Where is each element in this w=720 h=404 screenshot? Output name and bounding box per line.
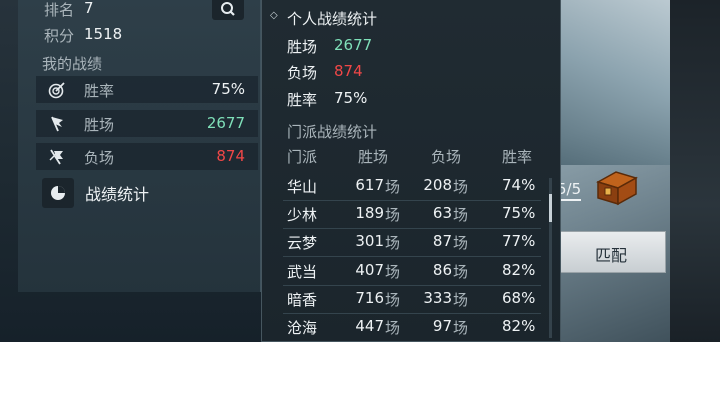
wins-value: 2677 [206, 114, 245, 132]
sect-name: 暗香 [287, 291, 318, 309]
unit-label: 场 [453, 206, 469, 224]
row-divider [283, 228, 541, 229]
scrollbar[interactable] [549, 178, 552, 338]
unit-label: 场 [453, 178, 469, 196]
points-label: 积分 [44, 27, 75, 45]
search-icon [221, 2, 235, 16]
stats-button[interactable] [42, 178, 74, 208]
sect-losses: 97 [432, 317, 452, 335]
header-rate: 胜率 [502, 148, 533, 166]
losses-value: 874 [216, 147, 245, 165]
my-record-heading: 我的战绩 [42, 55, 103, 73]
sect-name: 云梦 [287, 234, 318, 252]
sect-rate: 75% [502, 204, 536, 222]
stats-popup: ◇ 个人战绩统计 胜场 2677 负场 874 胜率 75% 门派战绩统计 门派… [261, 0, 561, 342]
pie-chart-icon [51, 186, 65, 200]
sect-rate: 68% [502, 289, 536, 307]
unit-label: 场 [453, 234, 469, 252]
row-divider [283, 200, 541, 201]
row-divider [283, 285, 541, 286]
personal-wins-label: 胜场 [287, 38, 318, 56]
personal-stats-title: 个人战绩统计 [287, 10, 378, 28]
sect-stats-title: 门派战绩统计 [287, 123, 378, 141]
sect-wins: 301 [355, 232, 384, 250]
match-button-label: 匹配 [595, 246, 628, 265]
win-rate-label: 胜率 [84, 82, 115, 100]
row-divider [283, 313, 541, 314]
header-wins: 胜场 [358, 148, 389, 166]
personal-losses-label: 负场 [287, 64, 318, 82]
losses-label: 负场 [84, 149, 115, 167]
scene-art [560, 0, 670, 165]
win-rate-value: 75% [211, 80, 245, 98]
sect-rate: 82% [502, 261, 536, 279]
header-sect: 门派 [287, 148, 318, 166]
scrollbar-thumb[interactable] [549, 194, 552, 222]
personal-rate-label: 胜率 [287, 91, 318, 109]
sect-losses: 333 [423, 289, 452, 307]
sect-name: 沧海 [287, 319, 318, 337]
search-button[interactable] [212, 0, 244, 20]
points-value: 1518 [84, 25, 123, 43]
sect-losses: 87 [432, 232, 452, 250]
diamond-bullet-icon: ◇ [270, 10, 278, 21]
sect-name: 武当 [287, 263, 318, 281]
personal-losses-value: 874 [334, 62, 363, 80]
rank-value: 7 [84, 0, 94, 17]
win-rate-row: 胜率 75% [36, 76, 258, 103]
flag-icon [51, 116, 63, 132]
broken-flag-icon [49, 149, 63, 165]
row-divider [283, 256, 541, 257]
rank-label: 排名 [44, 1, 75, 19]
sect-rate: 77% [502, 232, 536, 250]
wins-label: 胜场 [84, 116, 115, 134]
wins-row: 胜场 2677 [36, 110, 258, 137]
sect-name: 少林 [287, 206, 318, 224]
unit-label: 场 [453, 291, 469, 309]
personal-wins-value: 2677 [334, 36, 373, 54]
game-screen: 排名 7 积分 1518 我的战绩 胜率 75% 胜场 2677 负场 874 … [0, 0, 720, 342]
target-icon [48, 82, 65, 99]
sect-wins: 407 [355, 261, 384, 279]
sect-wins: 189 [355, 204, 384, 222]
unit-label: 场 [385, 234, 401, 252]
unit-label: 场 [453, 319, 469, 337]
stats-button-label[interactable]: 战绩统计 [85, 181, 149, 205]
unit-label: 场 [385, 178, 401, 196]
header-losses: 负场 [431, 148, 462, 166]
losses-row: 负场 874 [36, 143, 258, 170]
sect-wins: 716 [355, 289, 384, 307]
sect-wins: 617 [355, 176, 384, 194]
unit-label: 场 [385, 319, 401, 337]
unit-label: 场 [385, 206, 401, 224]
sect-wins: 447 [355, 317, 384, 335]
match-button[interactable]: 匹配 [558, 231, 666, 273]
unit-label: 场 [385, 263, 401, 281]
sect-rate: 82% [502, 317, 536, 335]
sect-losses: 208 [423, 176, 452, 194]
sect-rate: 74% [502, 176, 536, 194]
unit-label: 场 [453, 263, 469, 281]
sect-losses: 86 [432, 261, 452, 279]
personal-rate-value: 75% [334, 89, 368, 107]
scene-frame [670, 0, 720, 342]
sect-losses: 63 [432, 204, 452, 222]
unit-label: 场 [385, 291, 401, 309]
treasure-chest-icon[interactable] [592, 162, 640, 208]
sect-name: 华山 [287, 178, 318, 196]
